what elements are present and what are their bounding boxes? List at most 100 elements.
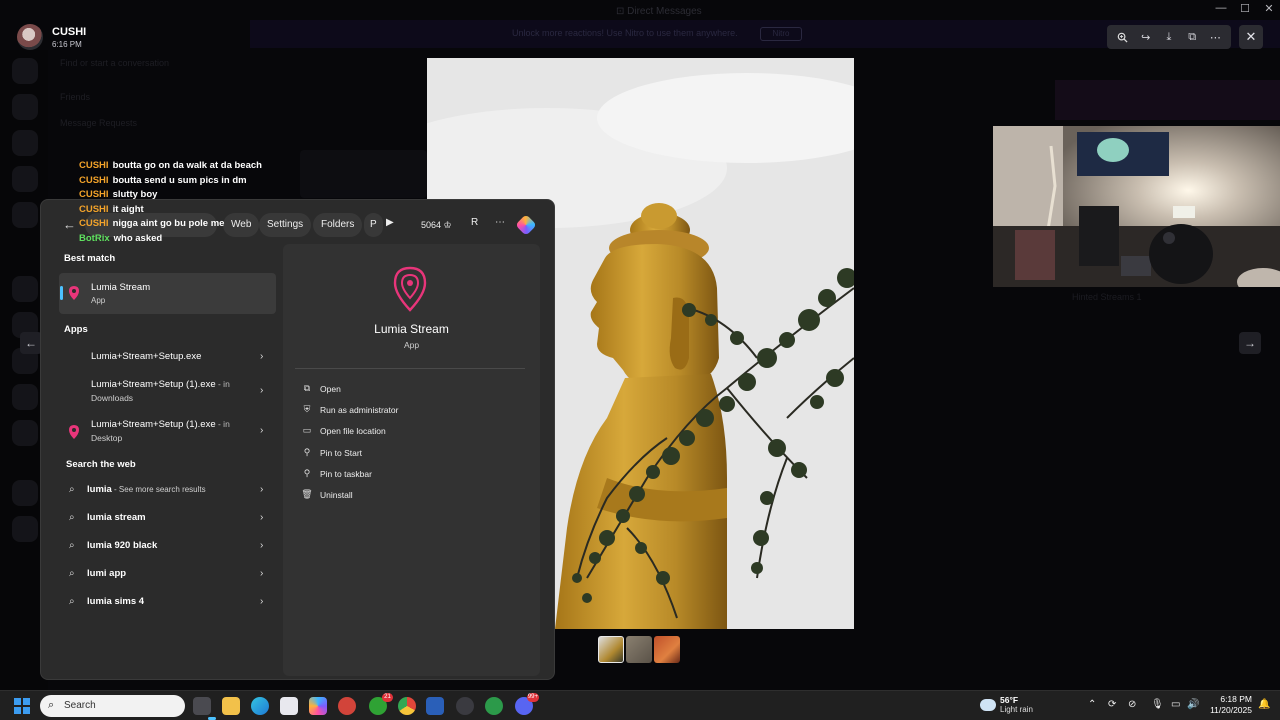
play-icon[interactable]: ▶ xyxy=(386,217,394,228)
thumbnail-1[interactable] xyxy=(598,636,624,663)
zoom-in-icon[interactable] xyxy=(1113,27,1133,47)
thumbnail-3[interactable] xyxy=(654,636,680,663)
discord-icon[interactable]: 99+ xyxy=(515,693,539,715)
bg-chat-panel xyxy=(300,150,427,198)
app-result-name: Lumia+Stream+Setup.exe xyxy=(91,351,202,362)
web-result-text: lumia sims 4 xyxy=(87,596,145,607)
window-close-icon[interactable]: ✕ xyxy=(1261,2,1277,15)
display-icon[interactable]: ▭ xyxy=(1171,699,1180,710)
trash-icon: 🗑 xyxy=(301,489,313,499)
volume-icon[interactable]: 🔊 xyxy=(1187,699,1199,710)
minimize-icon[interactable]: — xyxy=(1213,2,1229,14)
rewards-points[interactable]: 5064 ♔ xyxy=(421,220,452,231)
app-result-location: Desktop xyxy=(91,433,123,443)
selection-indicator xyxy=(60,286,63,300)
best-match-result[interactable]: Lumia Stream App xyxy=(59,273,276,314)
next-image-button[interactable]: → xyxy=(1239,332,1261,354)
chat-text: boutta send u sum pics in dm xyxy=(112,174,247,186)
app-result[interactable]: Lumia+Stream+Setup (1).exe - in Desktop … xyxy=(59,414,276,448)
forward-icon[interactable]: ↪ xyxy=(1136,27,1156,47)
chat-username: CUSHI xyxy=(79,189,109,201)
open-external-icon[interactable]: ⧉ xyxy=(1182,27,1202,47)
profile-initial[interactable]: R xyxy=(471,217,478,228)
action-open[interactable]: ⧉ Open xyxy=(301,383,341,394)
action-pin-to-taskbar[interactable]: ⚲ Pin to taskbar xyxy=(301,468,372,479)
action-pin-to-start[interactable]: ⚲ Pin to Start xyxy=(301,447,362,458)
web-result[interactable]: ⌕ lumi app › xyxy=(59,561,276,589)
network-off-icon[interactable]: ⊘ xyxy=(1128,699,1136,710)
webcam-overlay xyxy=(993,126,1280,287)
copilot-icon[interactable] xyxy=(515,214,537,236)
viewer-timestamp: 6:16 PM xyxy=(52,39,82,49)
bg-banner-text: Unlock more reactions! Use Nitro to use … xyxy=(512,28,738,38)
chat-message: CUSHI boutta go on da walk at da beach xyxy=(79,159,262,174)
web-result[interactable]: ⌕ lumia sims 4 › xyxy=(59,589,276,617)
close-viewer-button[interactable]: ✕ xyxy=(1239,25,1263,49)
best-match-heading: Best match xyxy=(64,253,116,264)
weather-widget[interactable]: 56°F Light rain xyxy=(980,695,1033,714)
web-result[interactable]: ⌕ lumia - See more search results › xyxy=(59,477,276,505)
maximize-icon[interactable]: ☐ xyxy=(1237,2,1253,15)
weather-temperature: 56°F xyxy=(1000,695,1019,705)
tab-folders[interactable]: Folders xyxy=(313,213,363,237)
download-icon[interactable]: ⤓ xyxy=(1159,27,1179,47)
xbox-game-bar-icon[interactable] xyxy=(485,697,503,715)
search-icon: ⌕ xyxy=(69,512,75,523)
microphone-icon[interactable]: 🎙 xyxy=(1151,699,1164,710)
tab-photos[interactable]: P xyxy=(364,213,383,237)
web-result-text: lumia - See more search results xyxy=(87,484,206,495)
sync-icon[interactable]: ⟳ xyxy=(1108,699,1116,710)
chevron-up-icon[interactable]: ⌃ xyxy=(1088,699,1096,710)
bg-sidebar-item: Friends xyxy=(60,92,91,102)
search-web-heading: Search the web xyxy=(66,459,136,470)
app-result-name: Lumia+Stream+Setup (1).exe - in xyxy=(91,419,230,430)
word-icon[interactable] xyxy=(426,697,444,715)
search-icon: ⌕ xyxy=(69,596,75,607)
bg-banner-button: Nitro xyxy=(760,27,802,41)
action-uninstall[interactable]: 🗑 Uninstall xyxy=(301,489,352,500)
copilot-app-icon[interactable] xyxy=(309,697,327,715)
avatar[interactable] xyxy=(17,24,43,50)
open-icon: ⧉ xyxy=(303,383,311,393)
previous-image-button[interactable]: ← xyxy=(20,332,42,354)
chat-text: boutta go on da walk at da beach xyxy=(112,160,262,171)
thumbnail-2[interactable] xyxy=(626,636,652,663)
obs-icon[interactable] xyxy=(456,697,474,715)
store-icon[interactable] xyxy=(280,697,298,715)
xbox-icon[interactable]: 21 xyxy=(369,693,393,715)
app-result[interactable]: Lumia+Stream+Setup.exe › xyxy=(59,344,276,372)
web-result[interactable]: ⌕ lumia 920 black › xyxy=(59,533,276,561)
detail-app-type: App xyxy=(403,340,420,350)
more-options-icon[interactable]: ⋯ xyxy=(495,217,505,228)
file-explorer-icon[interactable] xyxy=(222,697,240,715)
chevron-right-icon: › xyxy=(260,512,264,523)
viewer-toolbar: ↪ ⤓ ⧉ ⋯ xyxy=(1107,25,1231,49)
action-run-as-admin[interactable]: ⛨ Run as administrator xyxy=(301,404,399,415)
web-result-text: lumia stream xyxy=(87,512,146,523)
powerpoint-icon[interactable] xyxy=(338,697,356,715)
taskbar-clock[interactable]: 6:18 PM 11/20/2025 xyxy=(1206,694,1252,716)
discord-badge: 99+ xyxy=(526,693,539,702)
chat-message: CUSHI nigga aint go bu pole me xyxy=(79,217,262,232)
web-result[interactable]: ⌕ lumia stream › xyxy=(59,505,276,533)
task-view-icon[interactable] xyxy=(193,697,211,715)
thumbnail-strip xyxy=(598,636,680,663)
lumia-stream-icon xyxy=(69,286,79,300)
chat-username: BotRix xyxy=(79,232,110,244)
chat-text: nigga aint go bu pole me xyxy=(112,218,225,230)
action-open-file-location[interactable]: ▭ Open file location xyxy=(301,425,386,436)
chat-message: BotRix who asked xyxy=(79,232,262,247)
chrome-icon[interactable] xyxy=(398,697,416,715)
tab-settings[interactable]: Settings xyxy=(259,213,312,237)
edge-icon[interactable] xyxy=(251,697,269,715)
windows-start-icon[interactable] xyxy=(14,698,30,714)
web-result-text: lumi app xyxy=(87,568,127,579)
search-icon: ⌕ xyxy=(48,699,55,711)
notifications-icon[interactable]: 🔔 xyxy=(1258,699,1270,710)
app-result[interactable]: Lumia+Stream+Setup (1).exe - in Download… xyxy=(59,374,276,408)
more-icon[interactable]: ⋯ xyxy=(1205,27,1225,47)
viewer-username[interactable]: CUSHI xyxy=(52,26,86,38)
taskbar-search-box[interactable]: ⌕ Search xyxy=(40,695,185,717)
back-arrow-icon[interactable]: ← xyxy=(63,217,76,232)
detail-app-name: Lumia Stream xyxy=(374,322,449,336)
